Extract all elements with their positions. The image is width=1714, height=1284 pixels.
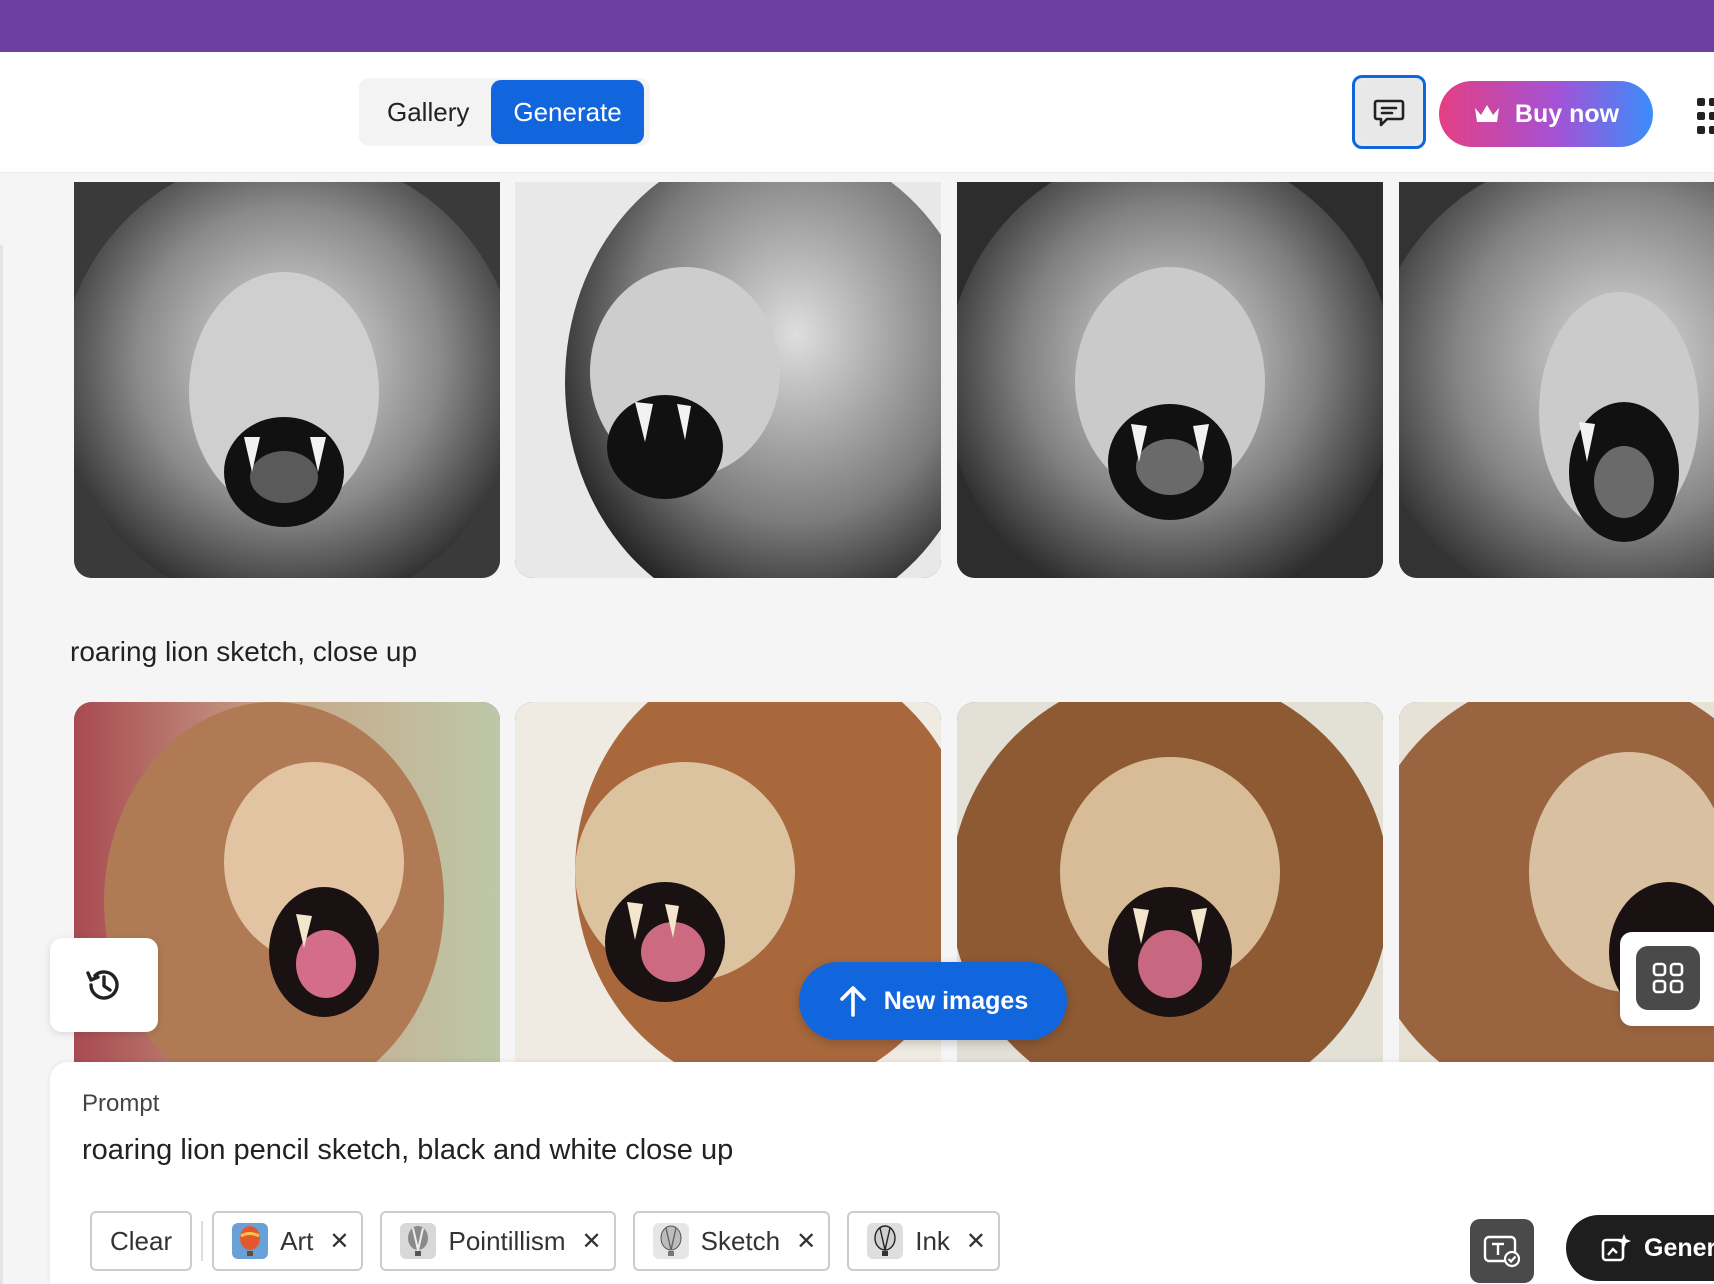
chat-bubble-icon: [1373, 99, 1405, 127]
generate-sparkle-icon: [1601, 1234, 1631, 1262]
style-chips: Clear Art ✕ Pointillism ✕ Sketch ✕ Ink ✕: [90, 1211, 1017, 1271]
generated-image[interactable]: [1399, 182, 1714, 578]
grid-view-icon: [1652, 962, 1684, 994]
prompt-input[interactable]: roaring lion pencil sketch, black and wh…: [82, 1134, 733, 1167]
balloon-thumbnail-icon: [867, 1223, 904, 1259]
apps-grid-icon[interactable]: [1694, 96, 1714, 136]
buy-now-button[interactable]: Buy now: [1439, 81, 1653, 147]
history-icon: [86, 970, 119, 1000]
style-chip-label: Art: [280, 1225, 314, 1256]
text-check-icon: [1483, 1235, 1521, 1268]
style-chip-pointillism[interactable]: Pointillism ✕: [380, 1211, 616, 1271]
generated-image[interactable]: [515, 182, 941, 578]
history-button[interactable]: [50, 938, 158, 1032]
style-chip-ink[interactable]: Ink ✕: [847, 1211, 1001, 1271]
remove-icon[interactable]: ✕: [329, 1227, 349, 1256]
buy-now-label: Buy now: [1514, 99, 1620, 128]
new-images-button[interactable]: New images: [799, 962, 1067, 1040]
style-chip-label: Pointillism: [448, 1225, 566, 1256]
generate-label: Generate: [1644, 1233, 1714, 1262]
prompt-panel: Prompt roaring lion pencil sketch, black…: [50, 1062, 1714, 1284]
style-chip-art[interactable]: Art ✕: [212, 1211, 364, 1271]
remove-icon[interactable]: ✕: [582, 1227, 602, 1256]
feedback-button[interactable]: [1352, 75, 1426, 149]
generated-image[interactable]: [74, 182, 500, 578]
new-images-label: New images: [883, 986, 1029, 1015]
remove-icon[interactable]: ✕: [796, 1227, 816, 1256]
prompt-label: Prompt: [82, 1090, 160, 1117]
mode-tabs: Gallery Generate: [359, 78, 650, 146]
balloon-thumbnail-icon: [400, 1223, 437, 1259]
style-chip-sketch[interactable]: Sketch ✕: [632, 1211, 831, 1271]
generate-button[interactable]: Generate: [1566, 1215, 1714, 1281]
chip-divider: [201, 1221, 204, 1261]
style-chip-label: Sketch: [700, 1225, 781, 1256]
app-header: Gallery Generate Buy now: [0, 52, 1714, 173]
style-chip-label: Ink: [915, 1225, 950, 1256]
balloon-thumbnail-icon: [652, 1223, 689, 1259]
top-banner: [0, 0, 1714, 52]
content-credentials-button[interactable]: [1470, 1219, 1534, 1283]
arrow-up-icon: [839, 986, 866, 1017]
remove-icon[interactable]: ✕: [966, 1227, 986, 1256]
crown-icon: [1474, 105, 1499, 122]
grid-view-button[interactable]: [1636, 946, 1700, 1010]
view-toggle-panel: [1620, 932, 1714, 1026]
tab-generate[interactable]: Generate: [491, 80, 644, 144]
balloon-thumbnail-icon: [232, 1223, 269, 1259]
clear-styles-button[interactable]: Clear: [90, 1211, 193, 1271]
tab-gallery[interactable]: Gallery: [365, 80, 491, 144]
prompt-group-label: roaring lion sketch, close up: [70, 636, 418, 667]
generated-image[interactable]: [957, 182, 1383, 578]
left-panel-edge: [0, 245, 3, 1284]
